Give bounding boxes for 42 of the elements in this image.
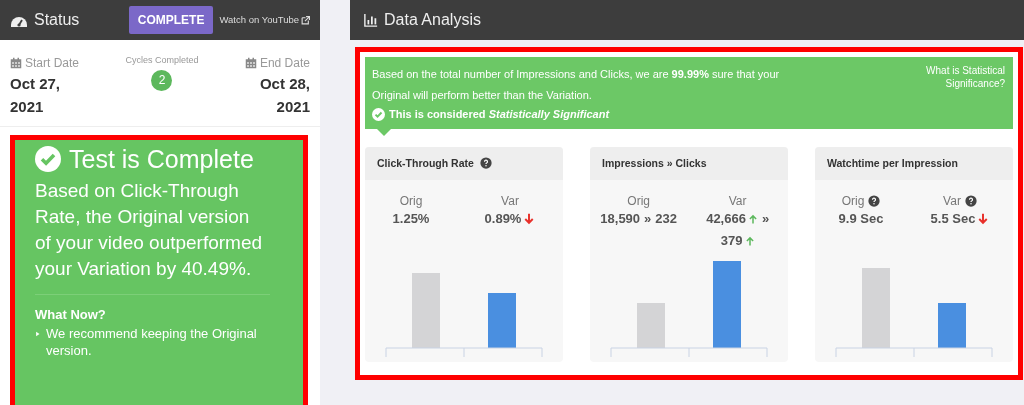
calendar-icon [10, 57, 22, 69]
stat-label: Orig [841, 193, 865, 211]
metric-title: Impressions » Clicks [602, 155, 707, 171]
stat-value: » [644, 210, 652, 229]
metric-title: Click-Through Rate [377, 155, 474, 171]
cycles-label: Cycles Completed [125, 54, 199, 67]
cycles-count: 2 [151, 69, 173, 91]
stat-value: 1.25% [392, 210, 430, 229]
date-label: End Date [259, 55, 310, 72]
stat-label: Orig [627, 193, 650, 211]
stat-value: 18,590 [600, 210, 641, 229]
stat-value: 9.9 Sec [838, 210, 884, 229]
stat-value: 5.5 Sec [930, 210, 976, 229]
stat-value: 42,666 [706, 210, 746, 229]
stat-label: Var [501, 193, 519, 211]
recommendation-text: We recommend keeping the Original version. [46, 324, 258, 359]
result-title: Test is Complete [69, 144, 254, 175]
panel-title: Status [34, 10, 81, 30]
stat-value: » [761, 210, 770, 229]
stat-label: Var [728, 193, 747, 211]
bar-chart-icon [364, 13, 378, 27]
what-now-heading: What Now? [35, 306, 107, 324]
check-circle-icon [35, 146, 61, 172]
result-text: Based on Click-Through Rate, the Original version of your video outperformed your Variation by 40.49%. [35, 178, 270, 295]
significance-text: Based on the total number of Impressions and Clicks, we are 99.99% sure that your Original will perform better than the Variation. [372, 67, 781, 103]
youtube-link[interactable]: Watch on YouTube [219, 12, 310, 28]
caret-icon [35, 329, 41, 338]
metric-title: Watchtime per Impression [827, 155, 958, 171]
stat-value: 0.89% [484, 210, 522, 229]
panel-title: Data Analysis [384, 10, 481, 30]
verdict-text: This is considered Statistically Significant [389, 107, 610, 122]
external-link-icon [301, 15, 310, 25]
stat-label: Orig [399, 193, 423, 211]
status-label: COMPLETE [128, 6, 214, 34]
date-value: Oct 28, 2021 [258, 74, 310, 117]
stat-label: Var [943, 193, 961, 211]
date-label: Start Date [25, 55, 80, 72]
calendar-icon [244, 57, 257, 69]
check-circle-icon [372, 107, 385, 121]
date-value: Oct 27, 2021 [10, 74, 62, 117]
stat-value: 379 [720, 232, 743, 251]
stat-value: 232 [655, 210, 677, 229]
